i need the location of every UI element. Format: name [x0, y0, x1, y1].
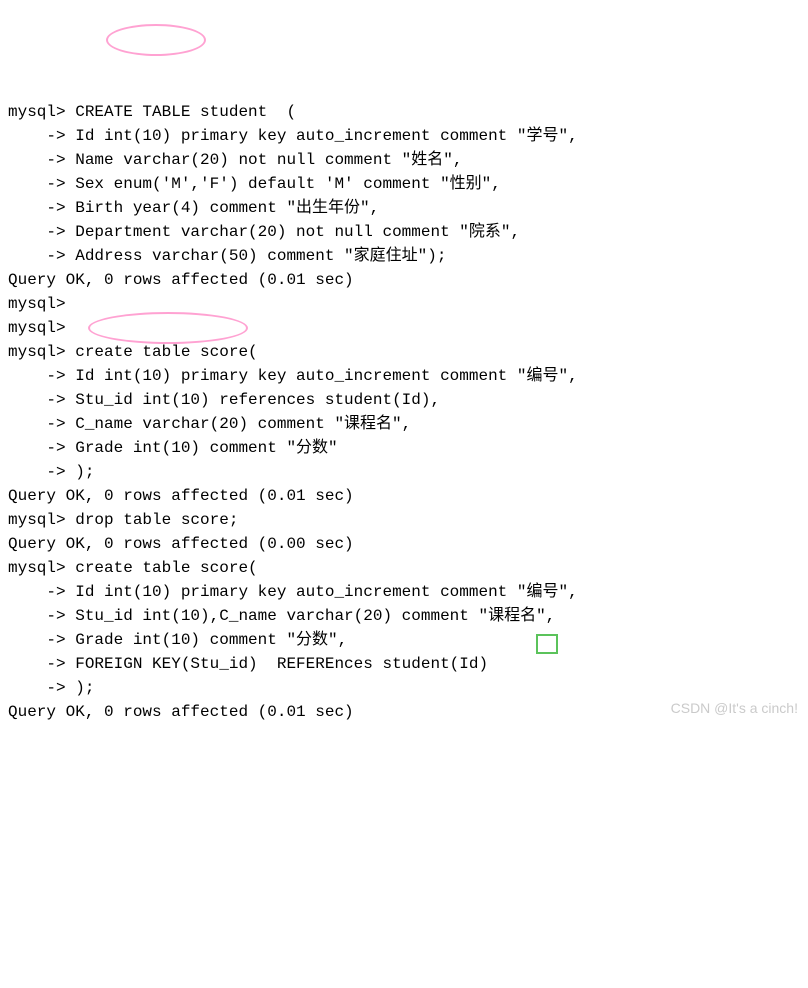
terminal-line: -> Department varchar(20) not null comme… — [8, 220, 800, 244]
terminal-line: mysql> create table score( — [8, 340, 800, 364]
terminal-line: -> Id int(10) primary key auto_increment… — [8, 124, 800, 148]
terminal-line: mysql> drop table score; — [8, 508, 800, 532]
terminal-line: -> Address varchar(50) comment "家庭住址"); — [8, 244, 800, 268]
terminal-line: -> FOREIGN KEY(Stu_id) REFEREnces studen… — [8, 652, 800, 676]
terminal-line: -> Stu_id int(10),C_name varchar(20) com… — [8, 604, 800, 628]
terminal-line: mysql> — [8, 316, 800, 340]
annotation-circle-1 — [106, 24, 206, 56]
terminal-line: -> Grade int(10) comment "分数" — [8, 436, 800, 460]
terminal-line: mysql> — [8, 292, 800, 316]
terminal-line: -> Sex enum('M','F') default 'M' comment… — [8, 172, 800, 196]
terminal-line: -> C_name varchar(20) comment "课程名", — [8, 412, 800, 436]
terminal-line: mysql> CREATE TABLE student ( — [8, 100, 800, 124]
terminal-line: -> Id int(10) primary key auto_increment… — [8, 580, 800, 604]
terminal-line: -> Grade int(10) comment "分数", — [8, 628, 800, 652]
terminal-line: -> Name varchar(20) not null comment "姓名… — [8, 148, 800, 172]
terminal-line: -> ); — [8, 676, 800, 700]
terminal-line: Query OK, 0 rows affected (0.00 sec) — [8, 532, 800, 556]
terminal-line: mysql> create table score( — [8, 556, 800, 580]
terminal-line: -> Id int(10) primary key auto_increment… — [8, 364, 800, 388]
terminal-line: -> Stu_id int(10) references student(Id)… — [8, 388, 800, 412]
terminal-line: Query OK, 0 rows affected (0.01 sec) — [8, 268, 800, 292]
watermark: CSDN @It's a cinch! — [671, 698, 798, 719]
terminal-output: mysql> CREATE TABLE student ( -> Id int(… — [8, 100, 800, 724]
terminal-line: -> Birth year(4) comment "出生年份", — [8, 196, 800, 220]
terminal-line: -> ); — [8, 460, 800, 484]
terminal-line: Query OK, 0 rows affected (0.01 sec) — [8, 484, 800, 508]
